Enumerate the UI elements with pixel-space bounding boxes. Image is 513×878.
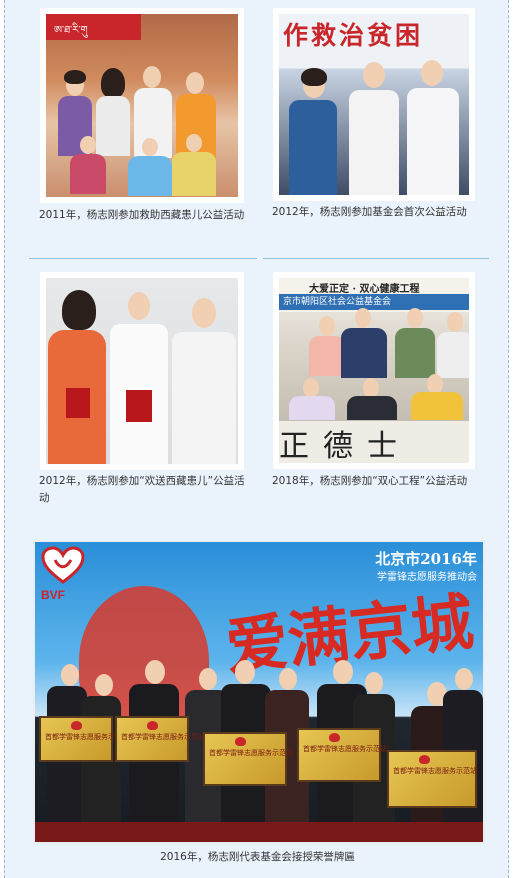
page-frame: ཨ་ཐ་རི་གུ 2011年，杨志刚参加救助西藏患儿公益活动 作救治贫困 20… [4,0,509,878]
photo-image: BVF 北京市2016年 学雷锋志愿服务推动会 爱满京城 首都学雷锋志愿服务示范… [35,542,483,842]
calligraphy-text: 正德士 [279,421,469,463]
photo-2016-honor-plaque: BVF 北京市2016年 学雷锋志愿服务推动会 爱满京城 首都学雷锋志愿服务示范… [33,540,485,844]
photo-2018-double-heart: 大爱正定 · 双心健康工程 京市朝阳区社会公益基金会 正德士 [273,272,475,469]
photo-image: ཨ་ཐ་རི་གུ [46,14,238,197]
honor-plaque: 首都学雷锋志愿服务示范站 [203,732,293,786]
photo-2012-farewell [40,272,244,470]
photo-image [46,278,238,464]
event-headline: 北京市2016年 [375,550,477,568]
photo-image: 大爱正定 · 双心健康工程 京市朝阳区社会公益基金会 正德士 [279,278,469,463]
honor-plaque: 首都学雷锋志愿服务示范站 [39,716,129,762]
backdrop-text: 作救治贫困 [283,21,424,50]
photo-2011-tibet-children: ཨ་ཐ་རི་གུ [40,8,244,203]
heart-logo-icon [41,546,85,584]
honor-plaque: 首都学雷锋志愿服务示范站 [115,716,205,762]
caption-2: 2012年，杨志刚参加基金会首次公益活动 [272,206,467,218]
event-strip-text: 京市朝阳区社会公益基金会 [279,294,469,310]
honor-plaque: 首都学雷锋志愿服务示范站 [387,750,477,808]
bvf-logo-text: BVF [41,588,65,602]
photo-image: 作救治贫困 [279,14,469,195]
divider [29,258,257,259]
caption-4: 2018年，杨志刚参加“双心工程”公益活动 [272,475,468,487]
divider [263,258,489,259]
photo-2012-first-activity: 作救治贫困 [273,8,475,201]
honor-plaque: 首都学雷锋志愿服务示范站 [297,728,387,782]
caption-3: 2012年，杨志刚参加“欢送西藏患儿”公益活动 [39,475,245,504]
banner-text: ཨ་ཐ་རི་གུ [54,25,88,36]
tibetan-banner: ཨ་ཐ་རི་གུ [46,14,141,40]
caption-5: 2016年，杨志刚代表基金会接授荣誉牌匾 [160,851,355,863]
event-title-text: 大爱正定 · 双心健康工程 [309,284,420,295]
caption-1: 2011年，杨志刚参加救助西藏患儿公益活动 [39,209,245,221]
